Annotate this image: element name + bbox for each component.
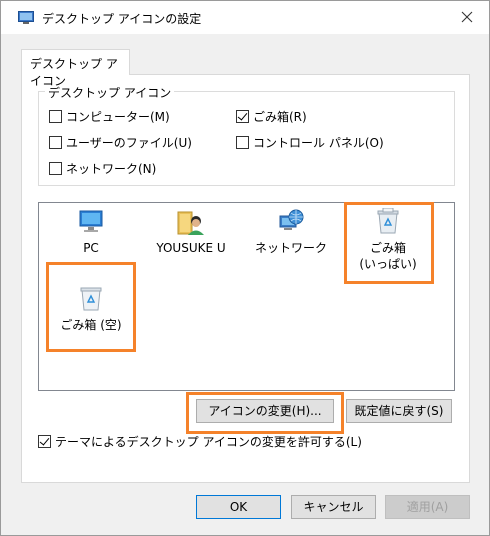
checkbox-network[interactable]: ネットワーク(N): [49, 160, 156, 176]
ok-button[interactable]: OK: [196, 495, 281, 519]
checkbox-box[interactable]: [236, 109, 249, 123]
restore-default-button[interactable]: 既定値に戻す(S): [346, 399, 452, 423]
user-folder-icon: [177, 211, 204, 235]
checkbox-label: ごみ箱(R): [253, 109, 307, 124]
tab-label: デスクトップ アイコン: [30, 57, 118, 88]
list-item-network[interactable]: ネットワーク: [254, 208, 328, 256]
highlight-recycle-bin-full: [344, 202, 434, 284]
checkbox-recycle-bin[interactable]: ごみ箱(R): [236, 108, 307, 124]
checkbox-box[interactable]: [49, 109, 62, 123]
checkbox-computer[interactable]: コンピューター(M): [49, 108, 170, 124]
checkbox-box[interactable]: [49, 135, 62, 149]
pc-monitor-icon: [79, 210, 103, 232]
title-bar: デスクトップ アイコンの設定: [1, 1, 489, 34]
checkbox-box[interactable]: [236, 135, 249, 149]
close-icon[interactable]: [459, 9, 475, 25]
list-item-pc[interactable]: PC: [59, 208, 123, 256]
checkbox-allow-theme-change[interactable]: テーマによるデスクトップ アイコンの変更を許可する(L): [38, 433, 362, 449]
dialog-window: デスクトップ アイコンの設定 デスクトップ アイコン デスクトップ アイコン コ…: [0, 0, 490, 536]
cancel-button[interactable]: キャンセル: [291, 495, 376, 519]
checkbox-label: テーマによるデスクトップ アイコンの変更を許可する(L): [55, 434, 362, 449]
icon-label: ネットワーク: [254, 241, 327, 255]
icon-label: YOUSUKE U: [156, 241, 226, 255]
window-title: デスクトップ アイコンの設定: [42, 12, 202, 26]
checkbox-label: ネットワーク(N): [66, 161, 157, 176]
network-globe-icon: [279, 209, 304, 230]
list-item-user-files[interactable]: YOUSUKE U: [149, 208, 233, 256]
checkbox-label: ユーザーのファイル(U): [66, 135, 192, 150]
tab-desktop-icons[interactable]: デスクトップ アイコン: [21, 49, 130, 88]
change-icon-button[interactable]: アイコンの変更(H)...: [196, 399, 334, 423]
checkbox-label: コンピューター(M): [66, 109, 170, 124]
checkbox-box[interactable]: [38, 434, 51, 448]
checkbox-user-files[interactable]: ユーザーのファイル(U): [49, 134, 192, 150]
checkbox-control-panel[interactable]: コントロール パネル(O): [236, 134, 384, 150]
apply-button[interactable]: 適用(A): [385, 495, 470, 519]
desktop-icon: [18, 11, 34, 24]
icon-label: PC: [83, 241, 99, 255]
highlight-recycle-bin-empty: [46, 262, 136, 352]
checkbox-box[interactable]: [49, 161, 62, 175]
checkbox-label: コントロール パネル(O): [253, 135, 384, 150]
